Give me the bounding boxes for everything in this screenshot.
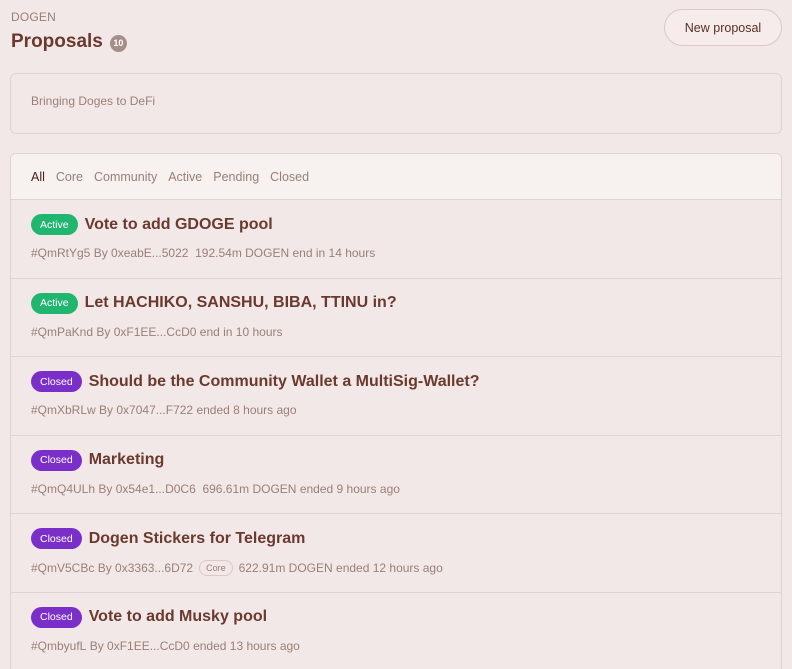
proposal-title[interactable]: Vote to add GDOGE pool [85, 216, 273, 234]
proposal-row[interactable]: Closed Marketing #QmQ4ULh By 0x54e1...D0… [11, 436, 781, 514]
proposal-author[interactable]: By 0x7047...F722 [99, 403, 193, 417]
proposal-author[interactable]: By 0xF1EE...CcD0 [90, 639, 190, 653]
proposal-title[interactable]: Dogen Stickers for Telegram [89, 530, 306, 548]
proposal-id: #QmbyufL [31, 638, 87, 653]
new-proposal-button[interactable]: New proposal [664, 9, 782, 46]
tab-pending[interactable]: Pending [213, 170, 259, 184]
proposal-header: Active Let HACHIKO, SANSHU, BIBA, TTINU … [31, 292, 397, 314]
voting-power: 696.61m DOGEN [202, 481, 297, 496]
proposal-title[interactable]: Should be the Community Wallet a MultiSi… [89, 373, 480, 391]
tab-active[interactable]: Active [168, 170, 202, 184]
page-title: Proposals [11, 31, 103, 52]
proposal-author[interactable]: By 0xF1EE...CcD0 [96, 325, 196, 339]
proposal-row[interactable]: Active Let HACHIKO, SANSHU, BIBA, TTINU … [11, 279, 781, 357]
tab-all[interactable]: All [31, 170, 45, 184]
tab-core[interactable]: Core [56, 170, 83, 184]
proposal-list: All Core Community Active Pending Closed… [10, 153, 782, 669]
proposal-id: #QmXbRLw [31, 403, 96, 417]
proposal-id: #QmPaKnd [31, 324, 94, 339]
space-about-text: Bringing Doges to DeFi [31, 94, 156, 108]
proposal-author[interactable]: By 0x54e1...D0C6 [98, 482, 195, 496]
proposal-header: Closed Should be the Community Wallet a … [31, 371, 480, 392]
proposal-header: Active Vote to add GDOGE pool [31, 214, 273, 235]
proposal-id: #QmQ4ULh [31, 481, 96, 496]
proposal-row[interactable]: Active Vote to add GDOGE pool #QmRtYg5 B… [11, 200, 781, 279]
proposal-title[interactable]: Marketing [89, 451, 165, 469]
proposal-time: end in 14 hours [292, 246, 376, 260]
voting-power: 192.54m DOGEN [195, 246, 290, 260]
proposal-meta: #QmXbRLw By 0x7047...F722 ended 8 hours … [31, 403, 297, 417]
proposal-meta: #QmRtYg5 By 0xeabE...5022 192.54m DOGEN … [31, 246, 375, 260]
state-badge: Closed [31, 606, 82, 628]
state-badge: Closed [31, 528, 82, 549]
proposal-time: ended 13 hours ago [193, 638, 300, 653]
proposal-row[interactable]: Closed Should be the Community Wallet a … [11, 357, 781, 436]
proposal-meta: #QmV5CBc By 0x3363...6D72 Core 622.91m D… [31, 560, 443, 576]
proposal-title[interactable]: Vote to add Musky pool [89, 608, 267, 626]
proposal-id: #QmRtYg5 [31, 246, 91, 260]
proposal-meta: #QmbyufL By 0xF1EE...CcD0 ended 13 hours… [31, 639, 300, 653]
proposal-author[interactable]: By 0xeabE...5022 [94, 246, 189, 260]
space-about-card: Bringing Doges to DeFi [10, 73, 782, 134]
category-tag: Core [199, 560, 233, 576]
proposal-title[interactable]: Let HACHIKO, SANSHU, BIBA, TTINU in? [85, 294, 397, 312]
proposal-header: Closed Vote to add Musky pool [31, 606, 267, 628]
space-name[interactable]: DOGEN [11, 10, 56, 24]
proposal-author[interactable]: By 0x3363...6D72 [98, 561, 193, 575]
proposals-page: DOGEN Proposals 10 New proposal Bringing… [0, 0, 792, 669]
tab-closed[interactable]: Closed [270, 170, 309, 184]
state-badge: Closed [31, 371, 82, 392]
proposal-meta: #QmPaKnd By 0xF1EE...CcD0 end in 10 hour… [31, 325, 283, 339]
state-badge: Closed [31, 449, 82, 471]
proposal-time: end in 10 hours [199, 324, 283, 339]
proposal-header: Closed Dogen Stickers for Telegram [31, 528, 305, 549]
proposal-row[interactable]: Closed Vote to add Musky pool #QmbyufL B… [11, 593, 781, 669]
filter-tabs: All Core Community Active Pending Closed [11, 154, 781, 200]
tab-community[interactable]: Community [94, 170, 157, 184]
voting-power: 622.91m DOGEN [238, 561, 333, 575]
proposal-time: ended 12 hours ago [336, 561, 443, 575]
state-badge: Active [31, 214, 78, 235]
proposal-header: Closed Marketing [31, 449, 165, 471]
proposal-time: ended 9 hours ago [299, 481, 400, 496]
proposal-time: ended 8 hours ago [196, 403, 297, 417]
proposal-row[interactable]: Closed Dogen Stickers for Telegram #QmV5… [11, 514, 781, 593]
proposal-id: #QmV5CBc [31, 561, 95, 575]
state-badge: Active [31, 292, 78, 314]
proposal-count-badge: 10 [109, 34, 127, 52]
title-row: Proposals 10 [11, 31, 127, 53]
proposal-meta: #QmQ4ULh By 0x54e1...D0C6 696.61m DOGEN … [31, 482, 400, 496]
